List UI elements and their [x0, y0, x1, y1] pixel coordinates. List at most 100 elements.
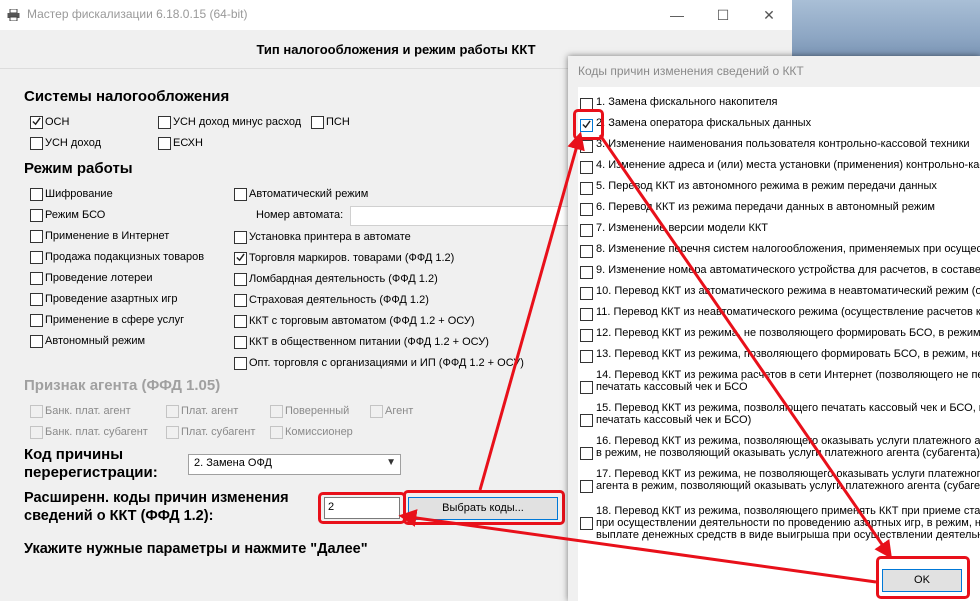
- checkbox-box[interactable]: [234, 188, 247, 201]
- checkbox-box[interactable]: [30, 426, 43, 439]
- checkbox-label: Ломбардная деятельность (ФФД 1.2): [249, 273, 438, 285]
- maximize-icon: ☐: [716, 7, 730, 23]
- checkbox-box[interactable]: [580, 224, 593, 237]
- checkbox-box[interactable]: [166, 405, 179, 418]
- reason-code-label: 1. Замена фискального накопителя: [596, 96, 777, 108]
- checkbox-box[interactable]: [580, 480, 593, 493]
- reason-code-line: печатать кассовый чек и БСО): [596, 414, 752, 426]
- reason-code-line: 9. Изменение номера автоматического устр…: [596, 264, 980, 276]
- reason-code-line: 3. Изменение наименования пользователя к…: [596, 138, 970, 150]
- checkbox-box[interactable]: [580, 182, 593, 195]
- reason-code-label: 16. Перевод ККТ из режима, позволяющего …: [596, 435, 980, 459]
- checkbox-label: УСН доход минус расход: [173, 116, 302, 128]
- checkbox-box[interactable]: [580, 517, 593, 530]
- reason-code-line: печатать кассовый чек и БСО: [596, 381, 748, 393]
- checkbox-box[interactable]: [234, 336, 247, 349]
- checkbox-box[interactable]: [580, 245, 593, 258]
- automat-number-label: Номер автомата:: [256, 209, 344, 221]
- automat-number-input[interactable]: [350, 206, 572, 226]
- checkbox-label: Режим БСО: [45, 209, 106, 221]
- rereg-reason-select[interactable]: 2. Замена ОФД ▼: [188, 454, 401, 475]
- checkbox-box[interactable]: [580, 266, 593, 279]
- reason-code-label: 6. Перевод ККТ из режима передачи данных…: [596, 201, 935, 213]
- page-title: Тип налогообложения и режим работы ККТ: [256, 42, 536, 57]
- checkbox-box[interactable]: [580, 287, 593, 300]
- checkbox-box[interactable]: [580, 447, 593, 460]
- checkbox-box[interactable]: [30, 293, 43, 306]
- checkbox-box[interactable]: [234, 315, 247, 328]
- checkbox-box[interactable]: [234, 273, 247, 286]
- reason-code-label: 4. Изменение адреса и (или) места устано…: [596, 159, 980, 171]
- checkbox-box[interactable]: [30, 314, 43, 327]
- work-mode-heading: Режим работы: [24, 160, 133, 177]
- reason-code-label: 11. Перевод ККТ из неавтоматического реж…: [596, 306, 980, 318]
- checkbox-box[interactable]: [580, 350, 593, 363]
- checkbox-box[interactable]: [580, 381, 593, 394]
- checkbox-box[interactable]: [30, 335, 43, 348]
- checkbox-box[interactable]: [580, 161, 593, 174]
- reason-code-label: 8. Изменение перечня систем налогообложе…: [596, 243, 980, 255]
- close-button[interactable]: ✕: [746, 0, 792, 30]
- checkbox-label: ЕСХН: [173, 137, 203, 149]
- checkbox-box[interactable]: [30, 137, 43, 150]
- checkbox-label: УСН доход: [45, 137, 102, 149]
- reason-code-label: 17. Перевод ККТ из режима, не позволяюще…: [596, 468, 980, 492]
- printer-icon: [7, 9, 20, 21]
- checkbox-box[interactable]: [30, 405, 43, 418]
- checkbox-box[interactable]: [270, 405, 283, 418]
- reason-code-line: при осуществлении деятельности по провед…: [596, 517, 980, 529]
- checkbox-box[interactable]: [30, 209, 43, 222]
- reason-code-line: 1. Замена фискального накопителя: [596, 96, 778, 108]
- checkbox-box[interactable]: [30, 230, 43, 243]
- checkbox-box[interactable]: [30, 251, 43, 264]
- reason-code-label: 9. Изменение номера автоматического устр…: [596, 264, 980, 276]
- checkbox-label: ПСН: [326, 116, 350, 128]
- checkbox-box[interactable]: [580, 414, 593, 427]
- checkbox-box[interactable]: [270, 426, 283, 439]
- checkbox-label: Опт. торговля с организациями и ИП (ФФД …: [249, 357, 524, 369]
- reason-code-label: 12. Перевод ККТ из режима, не позволяюще…: [596, 327, 980, 339]
- checkbox-box[interactable]: [158, 116, 171, 129]
- minimize-icon: —: [670, 7, 684, 23]
- minimize-button[interactable]: —: [654, 0, 700, 30]
- checkbox-box[interactable]: [30, 116, 43, 129]
- reason-codes-dialog: Коды причин изменения сведений о ККТ 1. …: [568, 56, 980, 601]
- checkbox-box[interactable]: [580, 329, 593, 342]
- checkbox-label: Автоматический режим: [249, 188, 369, 200]
- checkbox-box[interactable]: [234, 231, 247, 244]
- dialog-title: Коды причин изменения сведений о ККТ: [578, 64, 804, 78]
- reason-code-line: 14. Перевод ККТ из режима расчетов в сет…: [596, 369, 980, 381]
- reason-code-label: 5. Перевод ККТ из автономного режима в р…: [596, 180, 937, 192]
- highlight-item-2-checkbox: [573, 109, 604, 140]
- checkbox-box[interactable]: [234, 294, 247, 307]
- maximize-button[interactable]: ☐: [700, 0, 746, 30]
- checkbox-box[interactable]: [580, 140, 593, 153]
- reason-code-line: 4. Изменение адреса и (или) места устано…: [596, 159, 980, 171]
- checkbox-box[interactable]: [234, 357, 247, 370]
- checkbox-label: ККТ в общественном питании (ФФД 1.2 + ОС…: [249, 336, 489, 348]
- checkmark-icon: [32, 117, 41, 126]
- checkbox-label: Торговля маркиров. товарами (ФФД 1.2): [249, 252, 455, 264]
- reason-code-line: 7. Изменение версии модели ККТ: [596, 222, 769, 234]
- checkbox-box[interactable]: [580, 203, 593, 216]
- reason-code-line: 18. Перевод ККТ из режима, позволяющего …: [596, 505, 980, 517]
- reason-code-line: 5. Перевод ККТ из автономного режима в р…: [596, 180, 937, 192]
- reason-code-line: 2. Замена оператора фискальных данных: [596, 117, 812, 129]
- checkbox-box[interactable]: [158, 137, 171, 150]
- reason-codes-list: 1. Замена фискального накопителя 2. Замен…: [578, 87, 980, 601]
- highlight-ext-codes-input: [318, 492, 406, 524]
- reason-code-label: 15. Перевод ККТ из режима, позволяющего …: [596, 402, 980, 426]
- reason-code-line: 6. Перевод ККТ из режима передачи данных…: [596, 201, 935, 213]
- checkbox-box[interactable]: [30, 188, 43, 201]
- rereg-label-line2: перерегистрации:: [24, 464, 158, 481]
- checkbox-box[interactable]: [580, 308, 593, 321]
- reason-code-line: выплате денежных средств в виде выигрыша…: [596, 529, 980, 541]
- checkbox-box[interactable]: [370, 405, 383, 418]
- checkbox-label: Шифрование: [45, 188, 113, 200]
- checkbox-box[interactable]: [311, 116, 324, 129]
- checkbox-box[interactable]: [166, 426, 179, 439]
- checkbox-box[interactable]: [30, 272, 43, 285]
- checkbox-label: Банк. плат. агент: [45, 405, 131, 417]
- window-title: Мастер фискализации 6.18.0.15 (64-bit): [27, 7, 248, 21]
- checkbox-box[interactable]: [234, 252, 247, 265]
